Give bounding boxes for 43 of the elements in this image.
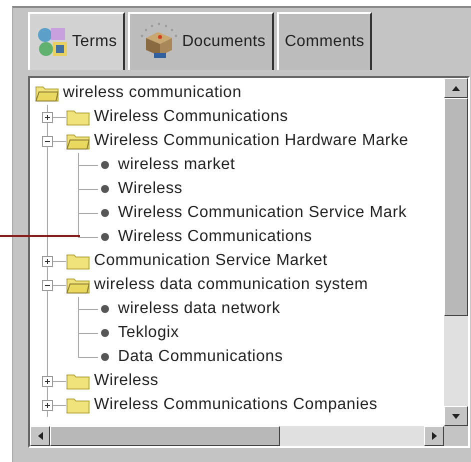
tree-item-label[interactable]: Wireless Communication Service Mark (118, 204, 407, 221)
expand-icon[interactable] (42, 112, 53, 122)
down-arrow-icon (452, 414, 460, 418)
tree-item-label[interactable]: Wireless Communications (118, 228, 312, 245)
tree-item-label[interactable]: wireless communication (63, 84, 242, 101)
tree-item-label[interactable]: Teklogix (118, 324, 180, 341)
tab[interactable]: Documents (128, 12, 274, 70)
tree-item-label[interactable]: wireless data network (118, 300, 280, 317)
scroll-down-button[interactable] (444, 406, 468, 426)
tab[interactable]: Terms (28, 12, 126, 70)
tree-item-label[interactable]: Wireless Communications Companies (94, 396, 378, 413)
expand-icon[interactable] (42, 400, 53, 410)
scroll-right-button[interactable] (424, 426, 444, 446)
tree-item-label[interactable]: Wireless (118, 180, 183, 197)
tree-item-label[interactable]: Communication Service Market (94, 252, 328, 269)
tree-item-label[interactable]: wireless data communication system (94, 276, 368, 293)
bullet-icon (98, 206, 112, 220)
scroll-thumb[interactable] (50, 426, 280, 446)
shapes-icon (36, 25, 70, 59)
tree-item-label[interactable]: Wireless Communication Hardware Marke (94, 132, 408, 149)
tree-item-label[interactable]: wireless market (118, 156, 236, 173)
tree-item-label[interactable]: Data Communications (118, 348, 283, 365)
bullet-icon (98, 182, 112, 196)
scroll-left-button[interactable] (30, 426, 50, 446)
collapse-icon[interactable] (42, 136, 53, 146)
expand-icon[interactable] (42, 256, 53, 266)
scroll-thumb[interactable] (444, 98, 468, 316)
up-arrow-icon (452, 86, 460, 90)
scroll-up-button[interactable] (444, 78, 468, 98)
right-arrow-icon (432, 432, 436, 440)
bullet-icon (98, 350, 112, 364)
bullet-icon (98, 302, 112, 316)
left-arrow-icon (38, 432, 42, 440)
horizontal-scrollbar[interactable] (30, 426, 444, 446)
bullet-icon (98, 326, 112, 340)
bullet-icon (98, 230, 112, 244)
collapse-icon[interactable] (42, 280, 53, 290)
vertical-scrollbar[interactable] (444, 78, 468, 426)
bullet-icon (98, 158, 112, 172)
tree-item-label[interactable]: Wireless (94, 372, 159, 389)
expand-icon[interactable] (42, 376, 53, 386)
tree-item-label[interactable]: Wireless Communications (94, 108, 288, 125)
tab[interactable]: Comments (276, 12, 372, 70)
